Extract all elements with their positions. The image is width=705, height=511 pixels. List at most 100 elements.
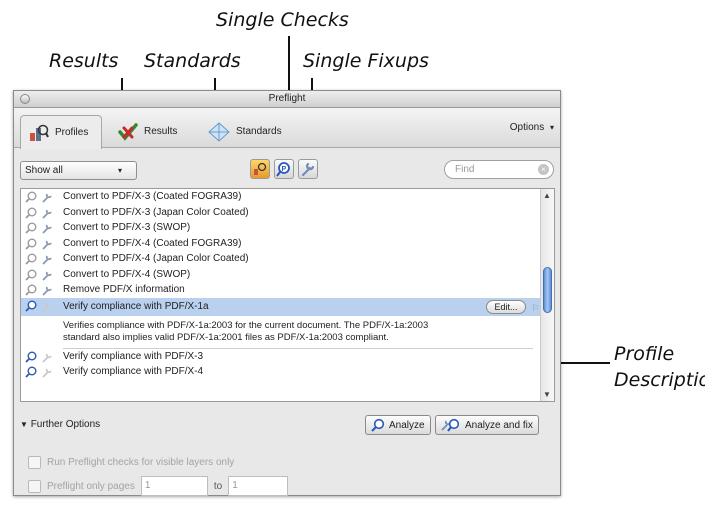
check-magnifier-icon [25,300,37,312]
fixup-wrench-icon [42,240,52,250]
check-magnifier-icon [25,269,37,281]
scroll-up-arrow-icon[interactable]: ▲ [543,191,551,200]
tab-results-label: Results [144,126,178,137]
filter-select[interactable]: Show all ▾ [20,161,137,180]
fixup-wrench-icon [42,255,52,265]
single-fixups-button[interactable] [298,159,318,179]
profile-row-label: Convert to PDF/X-3 (Coated FOGRA39) [63,191,242,202]
check-magnifier-icon [25,222,37,234]
callout-line-profile-description [555,362,610,364]
select-arrow-icon: ▾ [117,166,122,175]
callout-profile-description-1: Profile [614,343,675,365]
check-magnifier-icon [25,238,37,250]
visible-layers-label: Run Preflight checks for visible layers … [47,457,235,468]
single-fixups-wrench-icon [301,162,315,177]
check-magnifier-icon [25,207,37,219]
fixup-wrench-outline-icon [42,302,52,312]
check-magnifier-icon [25,284,37,296]
further-options-disclosure[interactable]: ▼ Further Options [20,419,100,430]
profile-row[interactable]: Convert to PDF/X-3 (SWOP) [21,220,554,236]
to-label: to [213,480,223,492]
analyze-and-fix-label: Analyze and fix [465,419,533,431]
profiles-icon [30,124,49,141]
clear-search-icon[interactable]: × [538,164,549,175]
profile-description-line2: standard also implies valid PDF/X-1a:200… [63,331,389,343]
single-checks-button[interactable]: P [274,159,294,179]
fixup-wrench-icon [42,209,52,219]
toolbar: Show all ▾ P Find × [14,148,560,182]
page-to-field[interactable]: 1 [228,476,289,496]
standards-icon [208,121,230,142]
analyze-button[interactable]: Analyze [365,415,431,435]
check-magnifier-icon [25,191,37,203]
tab-results[interactable]: Results [110,115,192,148]
scrollbar-thumb[interactable] [543,267,552,313]
page-from-field[interactable]: 1 [140,476,208,496]
profile-row-label: Convert to PDF/X-3 (SWOP) [63,222,191,233]
preflight-window: Preflight Profiles Results Standards Opt… [13,90,561,496]
fixup-wrench-icon [42,353,52,363]
callout-results: Results [49,50,119,72]
close-window-button[interactable] [20,94,30,104]
callout-standards: Standards [144,50,241,72]
profile-row[interactable]: Convert to PDF/X-4 (Coated FOGRA39) [21,236,554,252]
fixup-wrench-icon [42,286,52,296]
options-label: Options [509,122,545,133]
window-title: Preflight [268,93,306,104]
fixup-wrench-icon [42,193,52,203]
visible-layers-option[interactable]: Run Preflight checks for visible layers … [28,456,234,469]
svg-text:P: P [282,166,287,173]
analyze-fix-icon [441,418,460,432]
profiles-list: Convert to PDF/X-3 (Coated FOGRA39) Conve… [20,188,555,402]
single-checks-icon: P [276,162,290,177]
profile-row[interactable]: Verify compliance with PDF/X-3 [21,349,554,365]
profile-description: Verifies compliance with PDF/X-1a:2003 f… [63,316,533,349]
tab-bar: Profiles Results Standards Options ▾ [14,108,560,149]
scroll-down-arrow-icon[interactable]: ▼ [543,390,551,399]
vertical-scrollbar[interactable]: ▲ ▼ [540,189,554,401]
profile-row[interactable]: Convert to PDF/X-4 (SWOP) [21,267,554,283]
profile-row-label: Convert to PDF/X-3 (Japan Color Coated) [63,206,249,218]
further-options-label: Further Options [30,419,101,430]
title-bar: Preflight [14,91,560,108]
options-chevron-icon: ▾ [549,123,554,132]
edit-profile-button[interactable]: Edit... [486,299,526,314]
profiles-filter-icon [254,162,267,175]
fixup-wrench-icon [42,271,52,281]
profile-row-label: Convert to PDF/X-4 (Japan Color Coated) [63,253,249,264]
selected-profile-row[interactable]: Verify compliance with PDF/X-1a Edit... … [21,297,554,316]
profile-row-label: Verify compliance with PDF/X-4 [63,366,204,377]
profile-row[interactable]: Convert to PDF/X-3 (Coated FOGRA39) [21,189,554,205]
profile-description-line1: Verifies compliance with PDF/X-1a:2003 f… [63,319,429,331]
callout-single-checks: Single Checks [216,9,349,31]
profile-row[interactable]: Convert to PDF/X-4 (Japan Color Coated) [21,251,554,267]
pages-option[interactable]: Preflight only pages 1 to 1 [28,476,289,496]
tab-standards[interactable]: Standards [200,115,290,148]
callout-profile-description-2: Description [614,369,705,391]
filter-select-value: Show all [25,165,63,176]
profile-row[interactable]: Convert to PDF/X-3 (Japan Color Coated) [21,205,554,221]
check-magnifier-icon [25,351,37,363]
callout-single-fixups: Single Fixups [303,50,429,72]
fixup-wrench-icon [42,224,52,234]
profile-row[interactable]: Remove PDF/X information [21,282,554,298]
analyze-and-fix-button[interactable]: Analyze and fix [435,415,539,435]
pages-checkbox[interactable] [28,479,41,493]
visible-layers-checkbox[interactable] [28,456,41,469]
tab-profiles[interactable]: Profiles [20,115,102,149]
profiles-filter-button[interactable] [250,159,270,179]
analyze-label: Analyze [389,419,425,431]
results-checkmark-icon [118,122,138,141]
disclosure-triangle-icon: ▼ [20,420,28,429]
tab-profiles-label: Profiles [55,127,89,138]
check-magnifier-icon [25,366,37,378]
options-menu[interactable]: Options ▾ [510,122,554,133]
tab-standards-label: Standards [236,126,282,137]
profile-row[interactable]: Verify compliance with PDF/X-4 [21,364,554,380]
profile-row-label: Verify compliance with PDF/X-3 [63,350,204,362]
profile-row-label: Convert to PDF/X-4 (Coated FOGRA39) [63,237,242,249]
search-input[interactable]: Find × [444,160,554,179]
selected-profile-label: Verify compliance with PDF/X-1a [63,300,209,312]
fixup-wrench-icon [42,368,52,378]
profile-row-label: Remove PDF/X information [63,284,185,295]
